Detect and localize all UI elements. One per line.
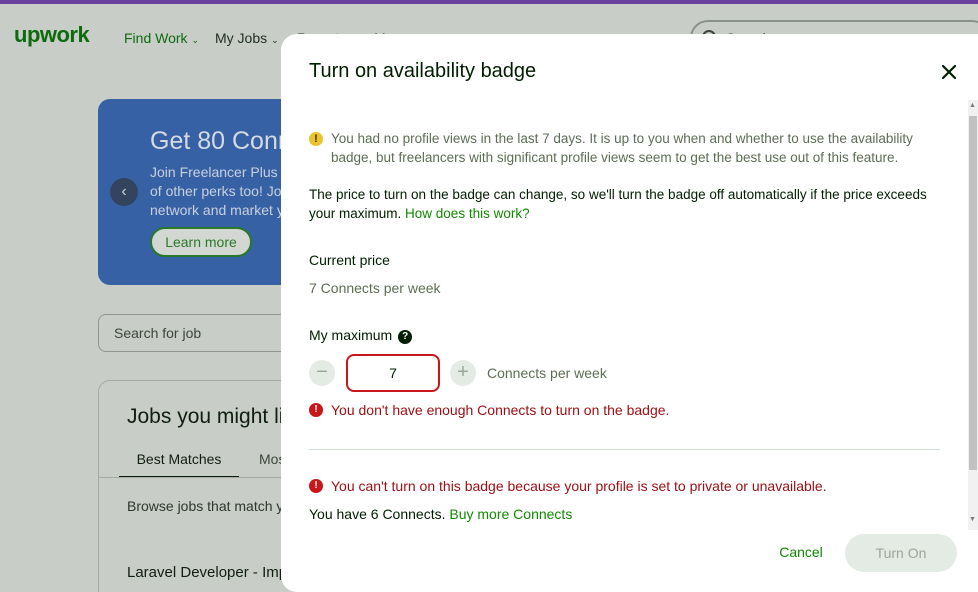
private-profile-error: You can't turn on this badge because you… — [331, 478, 827, 494]
warning-text: You had no profile views in the last 7 d… — [331, 131, 913, 165]
maximum-connects-input[interactable] — [346, 354, 440, 392]
upwork-logo[interactable]: upwork — [14, 22, 90, 48]
connects-balance: You have 6 Connects. Buy more Connects — [309, 506, 573, 522]
increase-button[interactable]: + — [450, 360, 476, 386]
not-enough-connects-error: You don't have enough Connects to turn o… — [331, 402, 670, 418]
learn-more-button[interactable]: Learn more — [150, 227, 252, 257]
availability-badge-modal: Turn on availability badge ▲ ▼ ! You had… — [281, 34, 978, 592]
plus-icon: + — [457, 361, 469, 383]
cancel-button[interactable]: Cancel — [771, 534, 831, 570]
section-divider — [309, 449, 940, 450]
scrollbar-thumb[interactable] — [969, 116, 977, 470]
tab-best-matches[interactable]: Best Matches — [119, 451, 239, 478]
warning-icon: ! — [309, 132, 323, 146]
error-icon: ! — [309, 479, 323, 493]
price-info-text: The price to turn on the badge can chang… — [309, 187, 927, 221]
turn-on-button[interactable]: Turn On — [845, 534, 957, 572]
modal-title: Turn on availability badge — [309, 60, 537, 82]
chevron-left-icon[interactable]: ‹ — [110, 178, 138, 206]
my-maximum-label: My maximum? — [309, 327, 413, 344]
close-icon — [941, 64, 957, 80]
jobs-card-title: Jobs you might like — [127, 405, 306, 428]
minus-icon: − — [316, 361, 328, 383]
how-does-this-work-link[interactable]: How does this work? — [405, 206, 530, 221]
scroll-down-arrow-icon[interactable]: ▼ — [969, 516, 976, 524]
decrease-button[interactable]: − — [309, 360, 335, 386]
current-price-value: 7 Connects per week — [309, 280, 441, 296]
buy-more-connects-link[interactable]: Buy more Connects — [449, 506, 572, 522]
nav-find-work[interactable]: Find Work ⌄ — [124, 30, 199, 46]
current-price-label: Current price — [309, 252, 390, 268]
help-icon[interactable]: ? — [398, 330, 413, 344]
chevron-down-icon: ⌄ — [191, 35, 200, 45]
scrollbar[interactable]: ▲ ▼ — [968, 100, 978, 530]
close-button[interactable] — [937, 60, 961, 84]
stepper-unit: Connects per week — [487, 365, 607, 381]
chevron-down-icon: ⌄ — [271, 35, 279, 45]
scroll-up-arrow-icon[interactable]: ▲ — [969, 102, 976, 110]
nav-my-jobs[interactable]: My Jobs ⌄ — [215, 30, 279, 46]
error-icon: ! — [309, 403, 323, 417]
